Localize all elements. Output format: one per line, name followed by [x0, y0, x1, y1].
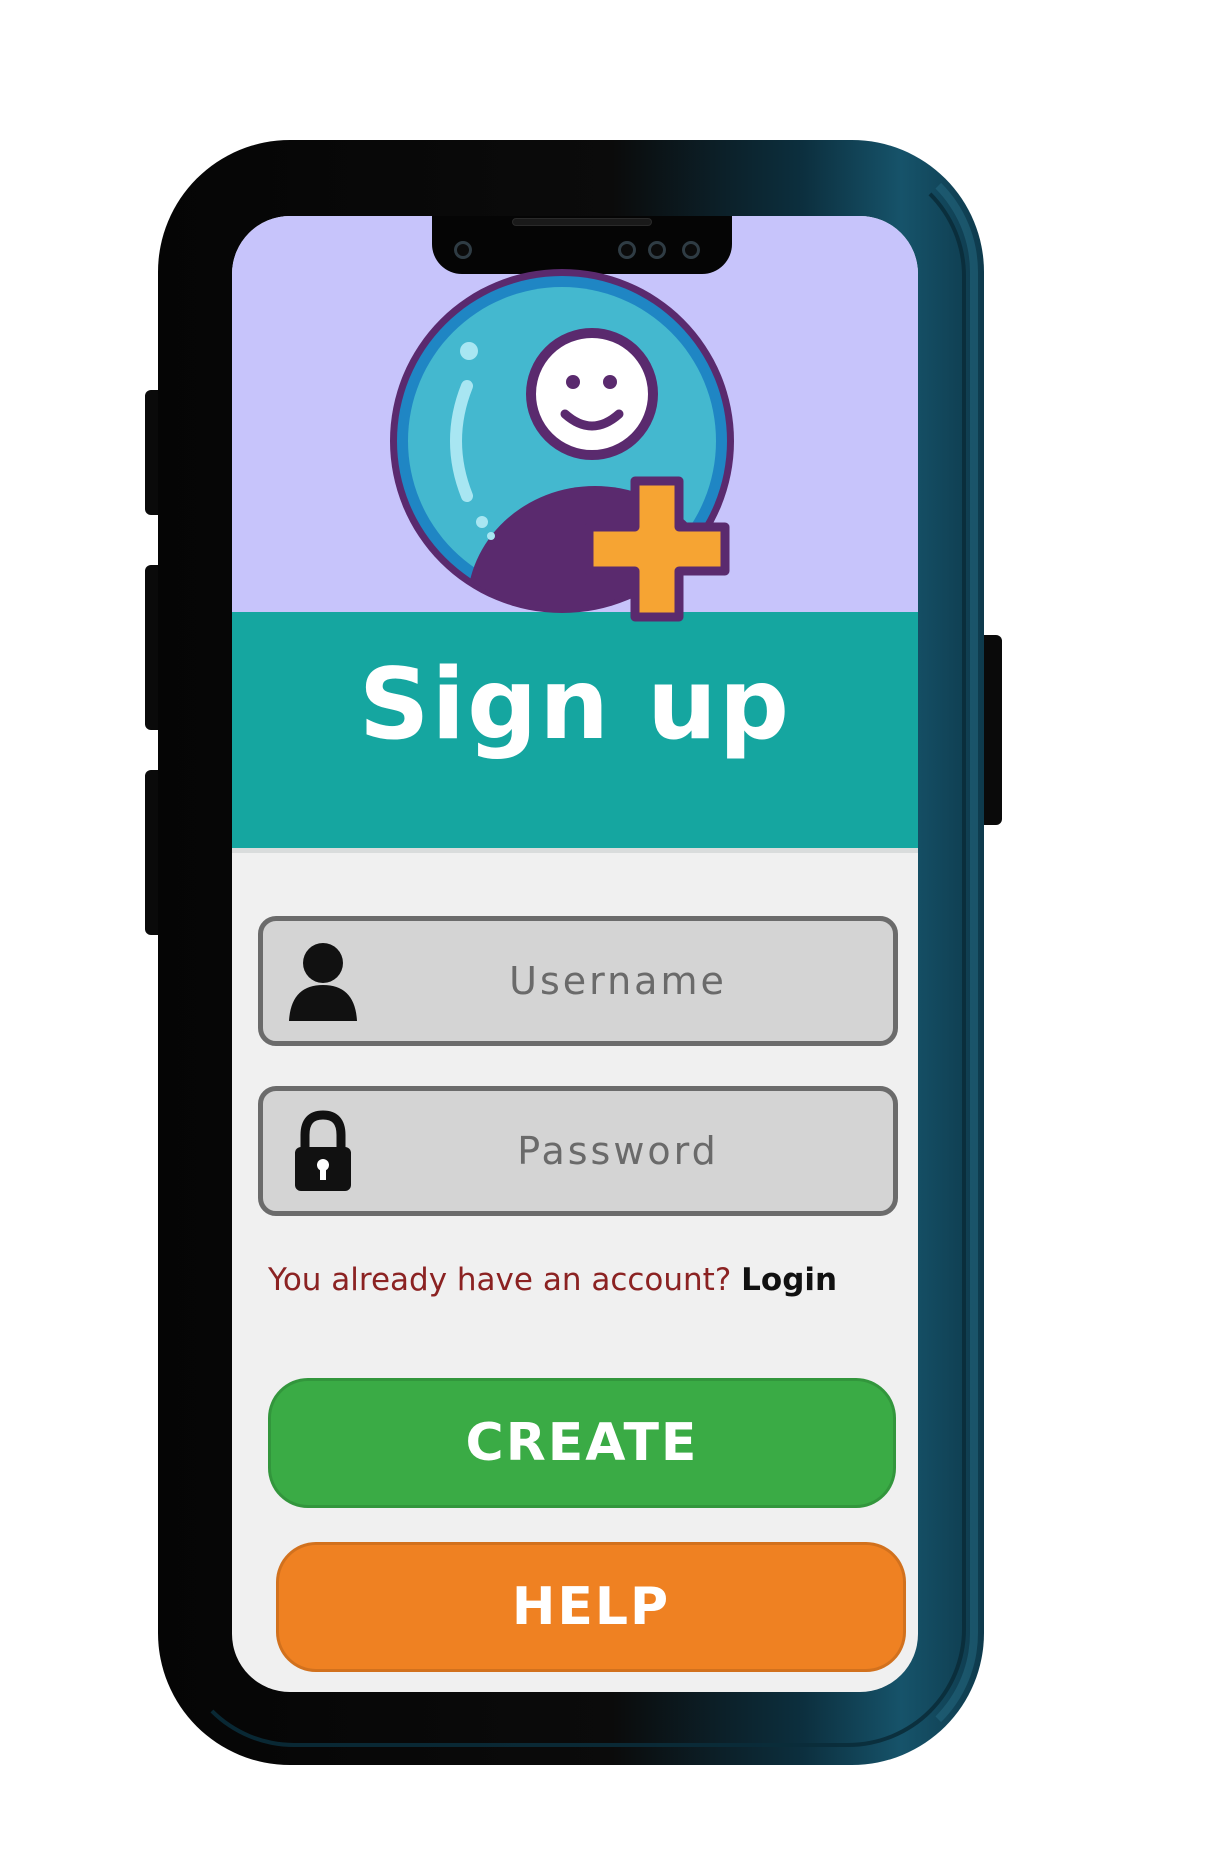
- lock-icon: [285, 1109, 361, 1193]
- password-input[interactable]: [373, 1091, 863, 1211]
- front-camera-icon: [454, 241, 472, 259]
- page-title: Sign up: [358, 648, 792, 762]
- user-icon: [285, 939, 361, 1023]
- username-input[interactable]: [373, 921, 863, 1041]
- create-button[interactable]: CREATE: [268, 1378, 896, 1508]
- help-button[interactable]: HELP: [276, 1542, 906, 1672]
- login-link[interactable]: Login: [741, 1262, 837, 1298]
- add-user-icon: [387, 266, 767, 646]
- sensor-icon: [682, 241, 700, 259]
- speaker-grille: [512, 218, 652, 226]
- sensor-icon: [618, 241, 636, 259]
- account-prompt: You already have an account? Login: [268, 1262, 908, 1299]
- account-prompt-text: You already have an account?: [268, 1262, 742, 1298]
- phone-screen: Sign up You already ha: [232, 216, 918, 1692]
- password-field[interactable]: [258, 1086, 898, 1216]
- username-field[interactable]: [258, 916, 898, 1046]
- illustration-stage: Sign up You already ha: [0, 0, 1208, 1862]
- sensor-icon: [648, 241, 666, 259]
